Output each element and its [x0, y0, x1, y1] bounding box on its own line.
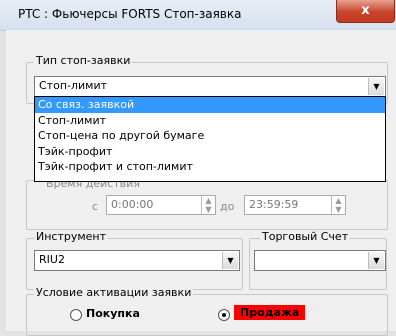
buy-label[interactable]: Покупка	[86, 307, 140, 320]
dialog-body: Тип стоп-заявки Стоп-лимит ▼ Время дейст…	[6, 30, 396, 336]
spinner-icon[interactable]: ▲ ▼	[201, 196, 215, 214]
time-to-prefix: до	[220, 200, 235, 213]
stop-type-dropdown-list[interactable]: Со связ. заявкой Стоп-лимит Стоп-цена по…	[34, 96, 386, 182]
time-to-field[interactable]: 23:59:59 ▲ ▼	[244, 195, 346, 215]
time-from-field[interactable]: 0:00:00 ▲ ▼	[106, 195, 216, 215]
time-from-value: 0:00:00	[111, 198, 154, 211]
sell-label[interactable]: Продажа	[234, 305, 306, 320]
close-button[interactable]: x	[336, 0, 395, 23]
instrument-combo[interactable]: RIU2 ▼	[34, 250, 240, 271]
chevron-down-icon[interactable]: ▼	[222, 252, 238, 269]
window-title: PTC : Фьючерсы FORTS Стоп-заявка	[18, 7, 242, 21]
dropdown-option[interactable]: Стоп-цена по другой бумаге	[35, 128, 385, 144]
chevron-down-icon[interactable]: ▼	[368, 78, 384, 95]
account-group-label: Торговый Счет	[260, 230, 351, 243]
time-to-value: 23:59:59	[249, 198, 299, 211]
title-bar: PTC : Фьючерсы FORTS Стоп-заявка x	[0, 0, 396, 31]
stop-type-combo-value: Стоп-лимит	[39, 79, 108, 92]
dropdown-option[interactable]: Тэйк-профит	[35, 144, 385, 160]
account-combo[interactable]: ▼	[254, 250, 386, 271]
buy-radio[interactable]	[70, 309, 82, 321]
dropdown-option[interactable]: Стоп-лимит	[35, 113, 385, 129]
time-from-prefix: с	[92, 200, 99, 213]
instrument-value: RIU2	[39, 253, 65, 266]
spinner-icon[interactable]: ▲ ▼	[331, 196, 345, 214]
sell-radio[interactable]	[218, 309, 230, 321]
stop-type-combo[interactable]: Стоп-лимит ▼	[34, 76, 386, 97]
stop-type-group-label: Тип стоп-заявки	[34, 54, 133, 67]
chevron-down-icon[interactable]: ▼	[368, 252, 384, 269]
dropdown-option[interactable]: Тэйк-профит и стоп-лимит	[35, 159, 385, 175]
dropdown-option[interactable]: Со связ. заявкой	[35, 97, 385, 113]
activation-group-label: Условие активации заявки	[34, 286, 194, 299]
instrument-group-label: Инструмент	[34, 230, 109, 243]
